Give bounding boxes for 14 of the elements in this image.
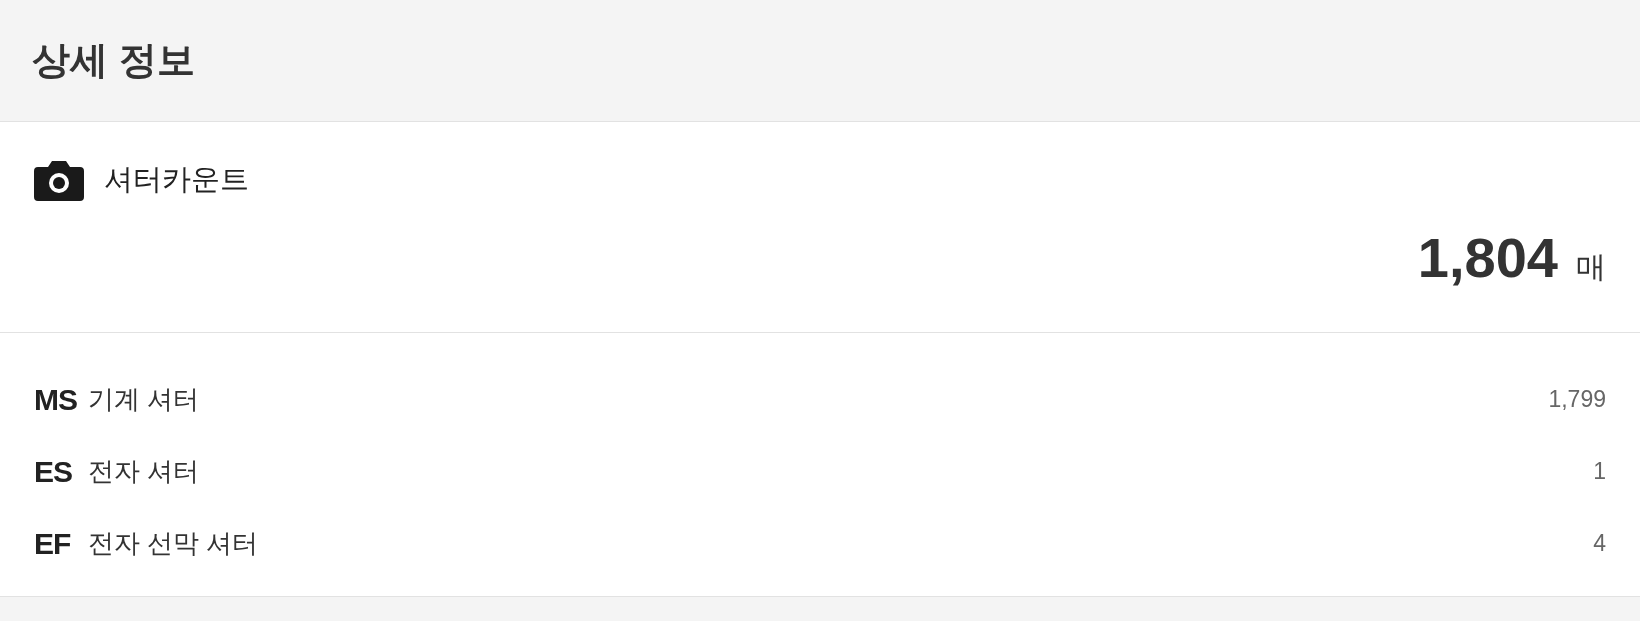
shutter-type-code: EF bbox=[34, 525, 72, 562]
shutter-type-count: 1,799 bbox=[1548, 384, 1606, 414]
camera-icon bbox=[34, 158, 84, 201]
page-title: 상세 정보 bbox=[32, 38, 195, 83]
shutter-type-label: 전자 셔터 bbox=[88, 454, 200, 488]
shutter-type-code: MS bbox=[34, 381, 78, 418]
shutter-type-label: 전자 선막 셔터 bbox=[88, 526, 259, 560]
shutter-type-count: 4 bbox=[1593, 528, 1606, 558]
shutter-count-value: 1,804 bbox=[1417, 224, 1558, 291]
shutter-count-label: 셔터카운트 bbox=[104, 162, 249, 197]
shutter-type-count: 1 bbox=[1593, 456, 1606, 486]
shutter-type-label: 기계 셔터 bbox=[88, 382, 200, 416]
shutter-type-code: ES bbox=[34, 453, 74, 490]
shutter-count-unit: 매 bbox=[1576, 248, 1606, 285]
